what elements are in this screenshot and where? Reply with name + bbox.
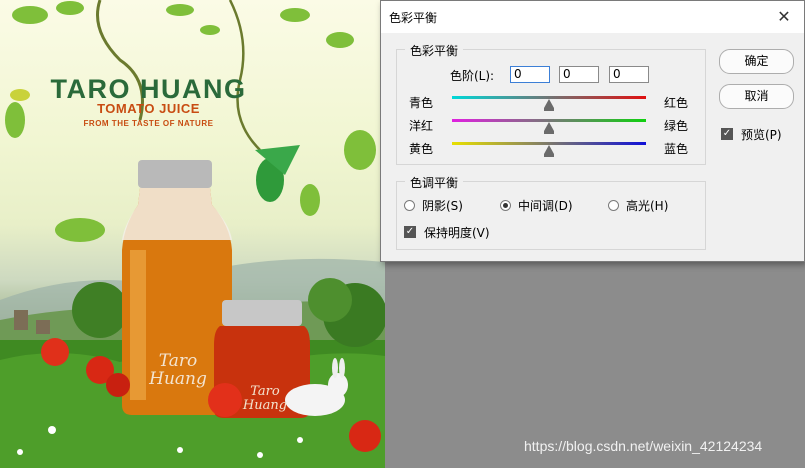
dialog-titlebar[interactable]: 色彩平衡 ✕ bbox=[381, 1, 804, 33]
slider-magenta-label: 洋红 bbox=[409, 119, 434, 133]
slider-cyan-red-thumb[interactable] bbox=[544, 99, 554, 111]
slider-green-label: 绿色 bbox=[664, 119, 689, 133]
color-balance-group: 色彩平衡 色阶(L): 0 0 0 青色 红色 洋红 绿色 黄色 蓝色 bbox=[396, 42, 706, 165]
color-balance-group-label: 色彩平衡 bbox=[405, 42, 464, 59]
levels-field-2[interactable]: 0 bbox=[559, 66, 599, 83]
highlights-label[interactable]: 高光(H) bbox=[626, 197, 668, 214]
brand-tagline: FROM THE TASTE OF NATURE bbox=[83, 119, 214, 128]
preview-checkbox[interactable]: ✓ bbox=[721, 128, 733, 140]
shadows-label[interactable]: 阴影(S) bbox=[422, 197, 463, 214]
jar-logo: Taro Huang bbox=[240, 385, 290, 412]
preview-label[interactable]: 预览(P) bbox=[741, 126, 782, 143]
preserve-luminosity-label[interactable]: 保持明度(V) bbox=[424, 224, 490, 241]
tone-balance-group-label: 色调平衡 bbox=[405, 174, 464, 191]
levels-field-3[interactable]: 0 bbox=[609, 66, 649, 83]
slider-yellow-label: 黄色 bbox=[409, 142, 434, 156]
color-balance-dialog: 色彩平衡 ✕ 色彩平衡 色阶(L): 0 0 0 青色 红色 洋红 绿色 黄色 … bbox=[380, 0, 805, 262]
slider-magenta-green-thumb[interactable] bbox=[544, 122, 554, 134]
close-icon[interactable]: ✕ bbox=[770, 4, 798, 30]
watermark: https://blog.csdn.net/weixin_42124234 bbox=[524, 438, 763, 454]
poster-artwork: TARO HUANG TOMATO JUICE FROM THE TASTE O… bbox=[0, 0, 385, 468]
shadows-radio[interactable] bbox=[404, 200, 415, 211]
levels-label: 色阶(L): bbox=[450, 69, 495, 83]
ok-button[interactable]: 确定 bbox=[719, 49, 794, 74]
dialog-title: 色彩平衡 bbox=[389, 11, 438, 25]
levels-field-1[interactable]: 0 bbox=[510, 66, 550, 83]
cancel-button[interactable]: 取消 bbox=[719, 84, 794, 109]
slider-yellow-blue-thumb[interactable] bbox=[544, 145, 554, 157]
brand-subtitle: TOMATO JUICE bbox=[97, 101, 200, 116]
highlights-radio[interactable] bbox=[608, 200, 619, 211]
jar-logo-line1: Taro bbox=[250, 384, 280, 399]
poster-illustration bbox=[0, 0, 385, 468]
slider-blue-label: 蓝色 bbox=[664, 142, 689, 156]
jar-logo-line2: Huang bbox=[242, 397, 288, 413]
preserve-luminosity-checkbox[interactable]: ✓ bbox=[404, 226, 416, 238]
tone-balance-group: 色调平衡 阴影(S) 中间调(D) 高光(H) ✓ 保持明度(V) bbox=[396, 174, 706, 250]
midtones-label[interactable]: 中间调(D) bbox=[518, 197, 573, 214]
slider-cyan-label: 青色 bbox=[409, 96, 434, 110]
bottle-logo-line2: Huang bbox=[149, 368, 207, 389]
bottle-logo: Taro Huang bbox=[140, 352, 216, 389]
slider-red-label: 红色 bbox=[664, 96, 689, 110]
midtones-radio[interactable] bbox=[500, 200, 511, 211]
